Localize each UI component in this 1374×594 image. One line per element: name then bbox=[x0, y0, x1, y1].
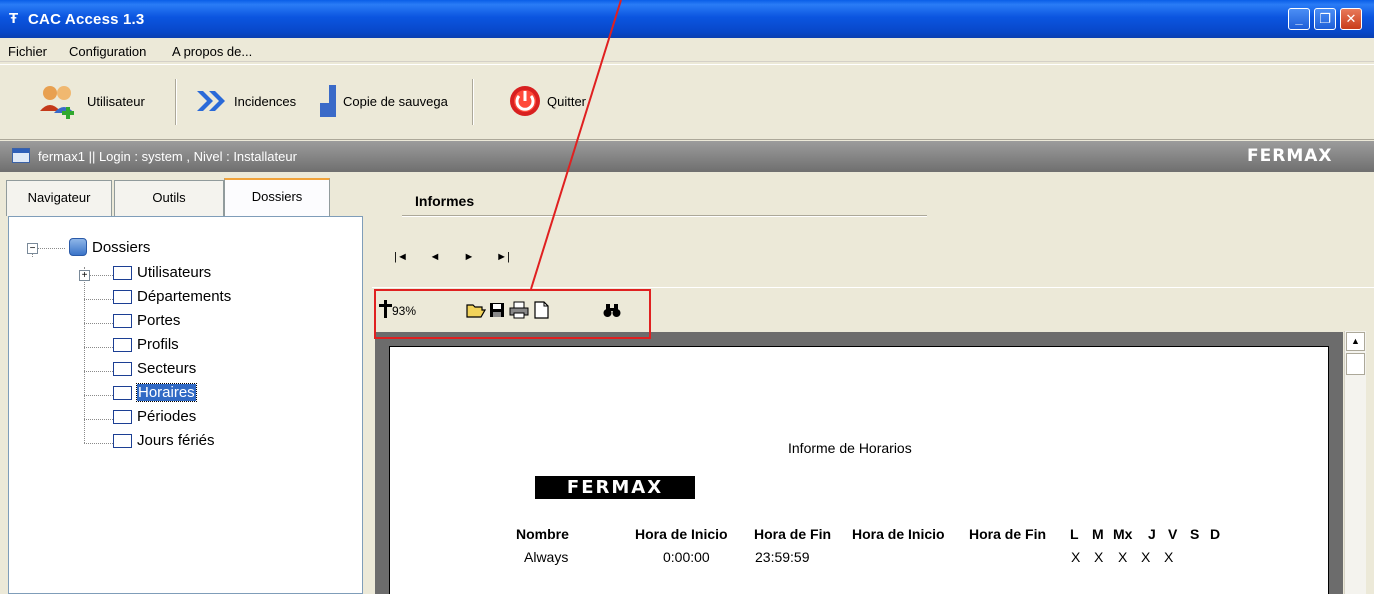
table-cell: X bbox=[1164, 549, 1174, 565]
utilisateur-button[interactable]: Utilisateur bbox=[38, 81, 145, 121]
toolbar-separator bbox=[472, 79, 474, 125]
tree-label: Dossiers bbox=[92, 238, 151, 256]
app-icon[interactable]: Ŧ bbox=[9, 11, 18, 27]
vertical-scrollbar[interactable]: ▲ bbox=[1344, 331, 1366, 594]
brand-logo: FERMAX bbox=[1247, 146, 1333, 166]
column-header: J bbox=[1148, 526, 1156, 542]
column-header: Hora de Fin bbox=[754, 526, 832, 542]
record-navigator: |◄ ◄ ► ►| bbox=[394, 251, 510, 263]
tree-item-horaires[interactable]: Horaires bbox=[113, 383, 197, 402]
column-header: M bbox=[1092, 526, 1104, 542]
incidences-button[interactable]: Incidences bbox=[195, 81, 296, 121]
report-title: Informe de Horarios bbox=[788, 440, 912, 456]
tree-label: Horaires bbox=[136, 383, 197, 402]
callout-box bbox=[374, 289, 651, 339]
tab-outils[interactable]: Outils bbox=[114, 180, 224, 216]
folder-icon bbox=[113, 337, 132, 352]
table-cell: X bbox=[1141, 549, 1151, 565]
column-header: L bbox=[1070, 526, 1079, 542]
table-cell: X bbox=[1118, 549, 1128, 565]
last-record-button[interactable]: ►| bbox=[496, 251, 510, 263]
tree-item-departements[interactable]: Départements bbox=[113, 288, 231, 305]
users-icon bbox=[40, 86, 74, 119]
scroll-up-arrow[interactable]: ▲ bbox=[1346, 332, 1365, 351]
folder-icon bbox=[113, 313, 132, 328]
folder-tree: − + Dossiers Utilisateurs Départements P… bbox=[8, 216, 363, 594]
power-icon bbox=[510, 86, 540, 116]
tree-item-secteurs[interactable]: Secteurs bbox=[113, 360, 196, 377]
quitter-button[interactable]: Quitter bbox=[508, 81, 586, 121]
folder-icon bbox=[113, 409, 132, 424]
title-bar: Ŧ CAC Access 1.3 _ ❐ ✕ bbox=[0, 0, 1374, 38]
database-icon bbox=[69, 238, 87, 256]
column-header: Mx bbox=[1113, 526, 1133, 542]
menu-a-propos[interactable]: A propos de... bbox=[172, 44, 252, 59]
table-cell: 0:00:00 bbox=[663, 549, 710, 565]
copie-label: Copie de sauvega bbox=[343, 93, 448, 109]
toolbar-separator bbox=[175, 79, 177, 125]
tree-item-profils[interactable]: Profils bbox=[113, 336, 179, 353]
tree-item-dossiers[interactable]: Dossiers bbox=[69, 238, 150, 256]
copie-button[interactable]: Copie de sauvega bbox=[318, 81, 448, 121]
maximize-button[interactable]: ❐ bbox=[1314, 8, 1336, 30]
tree-label: Utilisateurs bbox=[137, 264, 212, 281]
backup-icon bbox=[320, 85, 336, 117]
column-header: S bbox=[1190, 526, 1200, 542]
tree-item-jours-feries[interactable]: Jours fériés bbox=[113, 432, 215, 449]
menu-bar: Fichier Configuration A propos de... bbox=[0, 40, 1374, 62]
menu-configuration[interactable]: Configuration bbox=[69, 44, 146, 59]
window-title: CAC Access 1.3 bbox=[28, 11, 145, 28]
prev-record-button[interactable]: ◄ bbox=[428, 251, 442, 263]
folder-icon bbox=[113, 289, 132, 304]
tree-label: Profils bbox=[137, 336, 179, 353]
column-header: Hora de Inicio bbox=[635, 526, 728, 542]
column-header: D bbox=[1210, 526, 1221, 542]
tree-item-utilisateurs[interactable]: Utilisateurs bbox=[113, 264, 211, 281]
quitter-label: Quitter bbox=[547, 93, 587, 109]
table-cell: X bbox=[1071, 549, 1081, 565]
section-title: Informes bbox=[415, 193, 475, 209]
next-record-button[interactable]: ► bbox=[462, 251, 476, 263]
session-info: fermax1 || Login : system , Nivel : Inst… bbox=[38, 149, 297, 164]
table-cell: Always bbox=[524, 549, 569, 565]
folder-icon bbox=[113, 361, 132, 376]
window-icon bbox=[12, 148, 30, 163]
tree-label: Portes bbox=[137, 312, 181, 329]
tree-item-portes[interactable]: Portes bbox=[113, 312, 180, 329]
section-divider bbox=[402, 215, 927, 217]
incidences-label: Incidences bbox=[234, 93, 297, 109]
close-button[interactable]: ✕ bbox=[1340, 8, 1362, 30]
folder-icon bbox=[113, 385, 132, 400]
tree-label: Périodes bbox=[137, 408, 197, 425]
collapse-toggle[interactable]: − bbox=[27, 243, 38, 254]
scroll-thumb[interactable] bbox=[1346, 353, 1365, 375]
tab-dossiers[interactable]: Dossiers bbox=[224, 178, 330, 216]
main-toolbar: Utilisateur Incidences Copie de sauvega … bbox=[0, 64, 1374, 140]
column-header: Hora de Inicio bbox=[852, 526, 945, 542]
session-bar: fermax1 || Login : system , Nivel : Inst… bbox=[0, 141, 1374, 172]
minimize-button[interactable]: _ bbox=[1288, 8, 1310, 30]
tree-label: Secteurs bbox=[137, 360, 197, 377]
folder-icon bbox=[113, 433, 132, 448]
tree-label: Jours fériés bbox=[137, 432, 215, 449]
column-header: Nombre bbox=[516, 526, 569, 542]
utilisateur-label: Utilisateur bbox=[87, 93, 145, 109]
report-logo: FERMAX bbox=[535, 476, 695, 499]
table-cell: 23:59:59 bbox=[755, 549, 810, 565]
double-chevron-icon bbox=[197, 91, 225, 111]
menu-fichier[interactable]: Fichier bbox=[8, 44, 47, 59]
column-header: Hora de Fin bbox=[969, 526, 1047, 542]
table-cell: X bbox=[1094, 549, 1104, 565]
tree-item-periodes[interactable]: Périodes bbox=[113, 408, 196, 425]
column-header: V bbox=[1168, 526, 1178, 542]
expand-toggle[interactable]: + bbox=[79, 270, 90, 281]
first-record-button[interactable]: |◄ bbox=[394, 251, 408, 263]
folder-icon bbox=[113, 265, 132, 280]
tree-label: Départements bbox=[137, 288, 232, 305]
tab-navigateur[interactable]: Navigateur bbox=[6, 180, 112, 216]
